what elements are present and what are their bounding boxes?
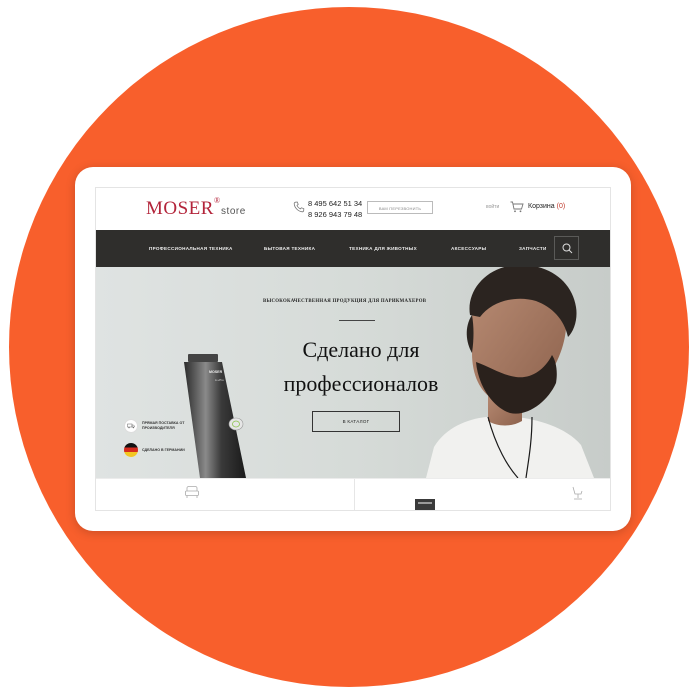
stage: MOSER®store 8 495 642 51 34 8 926 943 79… xyxy=(0,0,698,692)
catalog-button[interactable]: В каталог xyxy=(312,411,400,432)
cart-count: (0) xyxy=(556,203,566,210)
hero-divider xyxy=(339,320,375,321)
hero-kicker: Высококачественная продукция для парикма… xyxy=(263,299,427,304)
nav-item-household[interactable]: Бытовая техника xyxy=(264,230,315,267)
clipper-model-label: Li+Pro xyxy=(215,378,224,382)
badge-made-in-germany: Сделано в Германии xyxy=(124,443,186,457)
badge-made-in-germany-text: Сделано в Германии xyxy=(142,447,185,452)
category-strip xyxy=(96,478,610,510)
nav-item-spare-parts[interactable]: Запчасти xyxy=(519,230,547,267)
search-icon xyxy=(562,243,573,254)
website-screen: MOSER®store 8 495 642 51 34 8 926 943 79… xyxy=(95,187,611,511)
phone-number-1[interactable]: 8 495 642 51 34 xyxy=(308,198,362,209)
phone-number-2[interactable]: 8 926 943 79 48 xyxy=(308,209,362,220)
clipper-thumbnail-icon[interactable] xyxy=(414,499,436,510)
logo[interactable]: MOSER®store xyxy=(146,196,246,220)
badge-direct-supply-text: Прямая поставка от производителя xyxy=(142,421,185,430)
germany-flag-icon xyxy=(124,443,138,457)
main-nav: Профессиональная техника Бытовая техника… xyxy=(96,230,610,267)
search-button[interactable] xyxy=(554,236,579,260)
cart-label: Корзина xyxy=(528,203,555,210)
barber-chair-icon[interactable] xyxy=(570,485,584,501)
truck-icon xyxy=(124,419,138,433)
cart-icon[interactable] xyxy=(510,201,524,213)
nav-item-accessories[interactable]: Аксессуары xyxy=(451,230,486,267)
armchair-icon[interactable] xyxy=(184,485,200,499)
category-divider xyxy=(354,479,355,510)
logo-registered-mark: ® xyxy=(213,196,221,205)
phone-icon xyxy=(293,201,305,213)
phone-numbers: 8 495 642 51 34 8 926 943 79 48 xyxy=(308,198,362,220)
callback-button[interactable]: вам перезвонить xyxy=(367,201,433,214)
nav-item-professional[interactable]: Профессиональная техника xyxy=(149,230,233,267)
clipper-brand-label: MOSER xyxy=(209,370,223,374)
logo-main: MOSER xyxy=(146,198,214,219)
hero-banner: MOSER Li+Pro Высококачественная продукци… xyxy=(96,267,610,478)
badge-direct-supply: Прямая поставка от производителя xyxy=(124,419,186,433)
site-header: MOSER®store 8 495 642 51 34 8 926 943 79… xyxy=(96,188,610,230)
nav-item-pets[interactable]: Техника для животных xyxy=(349,230,417,267)
cart-link[interactable]: Корзина (0) xyxy=(528,203,565,210)
logo-sub: store xyxy=(221,206,246,217)
login-link[interactable]: войти xyxy=(486,204,499,210)
hero-title: Сделано для профессионалов xyxy=(283,337,439,396)
